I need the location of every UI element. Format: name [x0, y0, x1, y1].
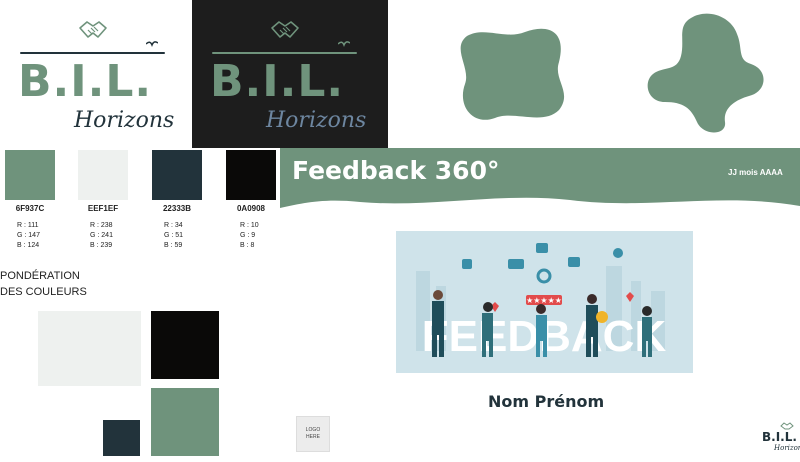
- logo-main-text: B.I.L.: [18, 56, 153, 107]
- swatch-hex-label: 22333B: [162, 204, 192, 213]
- swatch-0a0908: [226, 150, 276, 200]
- ponderation-line-2: DES COULEURS: [0, 286, 87, 298]
- swatch-b-value: B : 59: [164, 242, 183, 249]
- logo-dark-panel: B.I.L. Horizons: [192, 0, 388, 148]
- mini-logo: B.I.L. Horizons: [760, 422, 800, 458]
- svg-text:★★★★★: ★★★★★: [526, 296, 562, 305]
- logo-placeholder: LOGO HERE: [296, 416, 330, 452]
- ponderation-heading: PONDÉRATION DES COULEURS: [0, 268, 87, 300]
- slide-date: JJ mois AAAA: [728, 168, 783, 177]
- bird-icon: [338, 41, 350, 48]
- swatch-b-value: B : 8: [240, 242, 255, 249]
- swatch-r-value: R : 111: [17, 222, 39, 229]
- person-name: Nom Prénom: [488, 392, 605, 411]
- swatch-r-value: R : 34: [164, 222, 183, 229]
- feedback-illustration: FEEDBACK ★★★★★: [396, 231, 693, 373]
- swatch-b-value: B : 239: [90, 242, 113, 249]
- weight-block-light: [38, 311, 141, 386]
- logo-main-text: B.I.L.: [210, 56, 345, 107]
- logo-horizon-line: [212, 52, 357, 54]
- logo-light-panel: B.I.L. Horizons: [0, 0, 192, 148]
- blob-shape-2: [647, 13, 764, 133]
- handshake-icon: [780, 422, 794, 430]
- swatch-g-value: G : 9: [240, 232, 256, 239]
- swatch-hex-label: 6F937C: [15, 204, 45, 213]
- swatch-g-value: G : 241: [90, 232, 113, 239]
- slide-title: Feedback 360°: [292, 156, 500, 185]
- mini-logo-main: B.I.L.: [762, 430, 797, 444]
- bird-icon: [146, 41, 158, 48]
- swatch-r-value: R : 10: [240, 222, 259, 229]
- swatch-6f937c: [5, 150, 55, 200]
- ponderation-line-1: PONDÉRATION: [0, 270, 80, 282]
- weight-block-navy: [103, 420, 140, 456]
- swatch-hex-label: 0A0908: [236, 204, 266, 213]
- swatch-eef1ef: [78, 150, 128, 200]
- logo-placeholder-line-1: LOGO: [305, 427, 321, 433]
- weight-block-green: [151, 388, 219, 456]
- logo-horizon-line: [20, 52, 165, 54]
- swatch-g-value: G : 51: [164, 232, 184, 239]
- feedback-illustration-art: FEEDBACK ★★★★★: [396, 231, 693, 373]
- mini-logo-sub: Horizons: [774, 444, 800, 452]
- swatch-r-value: R : 238: [90, 222, 113, 229]
- swatch-hex-label: EEF1EF: [87, 204, 119, 213]
- logo-sub-text: Horizons: [266, 108, 367, 133]
- logo-sub-text: Horizons: [74, 108, 175, 133]
- swatch-22333b: [152, 150, 202, 200]
- swatch-g-value: G : 147: [17, 232, 40, 239]
- blob-shape-1: [460, 28, 565, 120]
- handshake-icon: [79, 21, 107, 38]
- logo-placeholder-line-2: HERE: [306, 434, 320, 440]
- swatch-b-value: B : 124: [17, 242, 40, 249]
- weight-block-black: [151, 311, 219, 379]
- handshake-icon: [271, 21, 299, 38]
